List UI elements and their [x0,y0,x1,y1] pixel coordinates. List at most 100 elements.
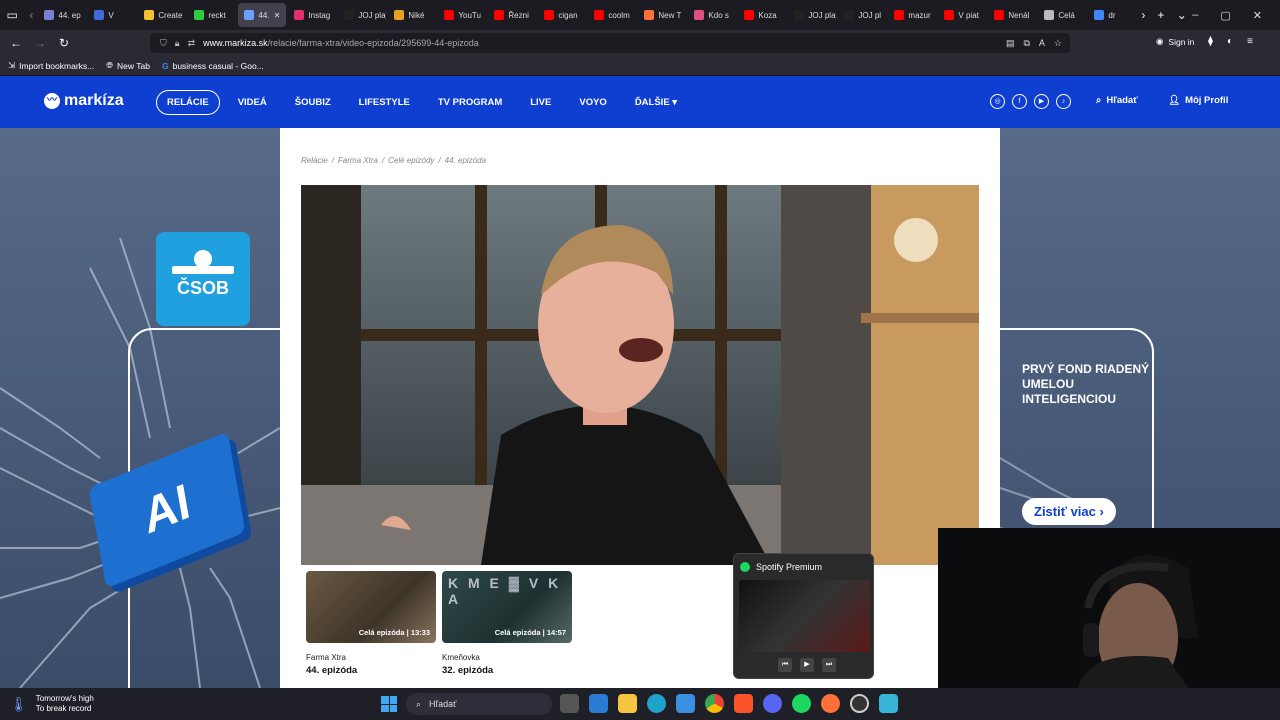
task-view-icon[interactable] [560,694,579,713]
breadcrumb-cele-epizody[interactable]: Celé epizódy [388,156,434,165]
notepad-icon[interactable] [879,694,898,713]
new-tab-icon[interactable]: + [1150,8,1171,22]
play-icon[interactable]: ▶ [800,658,814,672]
browser-tab[interactable]: Niké [388,3,436,27]
browser-tab[interactable]: V [88,3,136,27]
menu-item[interactable]: TV PROGRAM [428,91,512,114]
translate-icon[interactable]: A [1039,38,1045,49]
obs-icon[interactable] [850,694,869,713]
webcam-feed [938,528,1280,688]
scroll-tabs-right-icon[interactable]: › [1136,8,1150,22]
spotify-taskbar-icon[interactable] [792,694,811,713]
breadcrumb-farma-xtra[interactable]: Farma Xtra [338,156,378,165]
youtube-icon[interactable]: ▶ [1034,94,1049,109]
browser-tab[interactable]: JOJ play [338,3,386,27]
close-tab-icon[interactable]: ✕ [274,11,281,20]
browser-tab[interactable]: YouTu [438,3,486,27]
menu-icon[interactable]: ≡ [1247,36,1253,47]
back-icon[interactable]: ← [4,36,28,50]
bookmark-star-icon[interactable]: ☆ [1054,38,1062,49]
close-window-icon[interactable]: ✕ [1253,9,1262,22]
browser-tab[interactable]: V piat [938,3,986,27]
permissions-icon[interactable]: ⇄ [188,38,196,49]
tiktok-icon[interactable]: ♪ [1056,94,1071,109]
reader-view-icon[interactable]: ▤ [1006,38,1015,49]
next-track-icon[interactable]: ⏭ [822,658,836,672]
maximize-icon[interactable]: ▢ [1220,9,1230,22]
menu-item[interactable]: LIFESTYLE [349,91,420,114]
tab-overview-icon[interactable]: ▭ [0,8,24,22]
menu-item[interactable]: VIDEÁ [228,91,277,114]
sign-in-button[interactable]: ◉ Sign in [1156,36,1194,47]
browser-tab[interactable]: Nenál [988,3,1036,27]
bookmark-new-tab[interactable]: 🌐︎ New Tab [106,60,150,71]
browser-tab[interactable]: Instag [288,3,336,27]
tab-label: New T [658,10,682,20]
browser-tab[interactable]: Kdo s [688,3,736,27]
minimize-icon[interactable]: – [1192,9,1198,22]
site-header: 〰 markíza RELÁCIE VIDEÁ ŠOUBIZ LIFESTYLE TV … [0,76,1280,128]
brave-icon[interactable] [734,694,753,713]
episode-thumbnail[interactable]: Celá epizóda | 13:33 [306,571,436,643]
ad-left[interactable]: ČSOB AI [0,128,280,688]
browser-tab[interactable]: cigan [538,3,586,27]
discord-icon[interactable] [763,694,782,713]
browser-tab[interactable]: 44. ep [38,3,86,27]
browser-tab[interactable]: reckt [188,3,236,27]
taskbar-search[interactable]: ⌕ Hľadať [406,693,552,715]
store-icon[interactable] [589,694,608,713]
search-button[interactable]: ⌕ Hľadať [1096,95,1138,106]
browser-tab[interactable]: Celá [1038,3,1086,27]
breadcrumb: Relácie / Farma Xtra / Celé epizódy/ 44. e… [301,156,487,165]
screenshot-icon[interactable]: ⧉ [1023,38,1029,49]
forward-icon[interactable]: → [28,36,52,50]
previous-track-icon[interactable]: ⏮ [778,658,792,672]
chrome-icon[interactable] [705,694,724,713]
firefox-icon[interactable] [821,694,840,713]
photos-icon[interactable] [676,694,695,713]
instagram-icon[interactable]: ◎ [990,94,1005,109]
url-bar[interactable]: ⛉ 🔒︎ ⇄ www.markiza.sk/relacie/farma-xtra… [150,33,1070,53]
browser-tab[interactable]: New T [638,3,686,27]
profile-button[interactable]: 👤︎ Môj Profil [1168,95,1228,106]
browser-tab[interactable]: 44. ✕ [238,3,287,27]
episode-title[interactable]: 32. epizóda [442,665,572,676]
file-explorer-icon[interactable] [618,694,637,713]
reload-icon[interactable]: ↻ [52,36,76,50]
menu-item[interactable]: VOYO [569,91,616,114]
browser-tab[interactable]: JOJ play [788,3,836,27]
browser-tab[interactable]: dr [1088,3,1136,27]
browser-tab[interactable]: mazur [888,3,936,27]
episode-card[interactable]: K M E ▓ V K A Celá epizóda | 14:57 Kmeňo… [442,571,572,676]
learn-more-button[interactable]: Zistiť viac › [1022,498,1116,525]
menu-item[interactable]: ŠOUBIZ [285,91,341,114]
breadcrumb-relacie[interactable]: Relácie [301,156,328,165]
episode-thumbnail[interactable]: K M E ▓ V K A Celá epizóda | 14:57 [442,571,572,643]
extensions-icon[interactable]: ⧫ [1208,36,1213,47]
browser-tab[interactable]: JOJ pl [838,3,886,27]
start-icon[interactable] [381,696,397,712]
browser-tab[interactable]: Koza [738,3,786,27]
shield-icon[interactable]: ⛉ [160,38,167,49]
browser-tab[interactable]: Create [138,3,186,27]
bookmark-business-casual[interactable]: Gbusiness casual - Goo... [162,61,264,71]
facebook-icon[interactable]: f [1012,94,1027,109]
episode-card[interactable]: Celá epizóda | 13:33 Farma Xtra 44. epiz… [306,571,436,676]
menu-item[interactable]: ĎALŠIE ▾ [625,91,687,114]
bookmark-import[interactable]: ⇲ Import bookmarks... [8,60,94,71]
episode-title[interactable]: 44. epizóda [306,665,436,676]
weather-widget[interactable]: 🌡︎ Tomorrow's high To break record [10,694,94,714]
browser-tab[interactable]: Řezni [488,3,536,27]
spotify-preview[interactable] [739,580,870,652]
markiza-logo[interactable]: 〰 markíza [44,92,124,110]
spotify-widget[interactable]: Spotify Premium ⏮ ▶ ⏭ [733,553,874,679]
browser-tab[interactable]: coolm [588,3,636,27]
scroll-tabs-left-icon[interactable]: ‹ [24,8,38,22]
edge-icon[interactable] [647,694,666,713]
menu-item[interactable]: RELÁCIE [156,90,220,115]
video-player[interactable] [301,185,979,565]
extension-icon[interactable]: ◐ [1227,36,1233,47]
list-all-tabs-icon[interactable]: ⌄ [1171,8,1192,22]
lock-icon[interactable]: 🔒︎ [175,38,180,49]
menu-item[interactable]: LIVE [520,91,561,114]
